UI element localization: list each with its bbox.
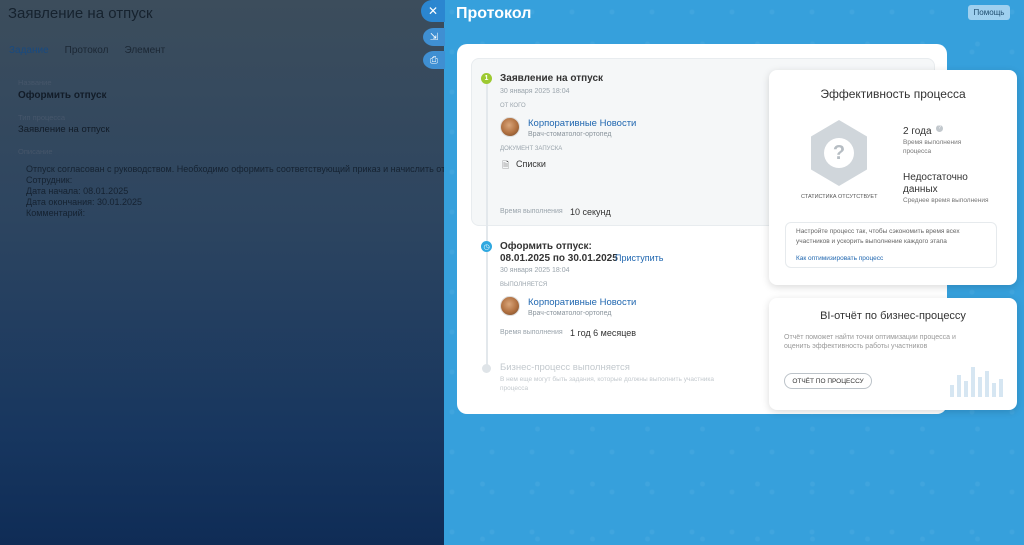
duration-label-1: Время выполнения: [903, 139, 962, 146]
step-1-exec-label: Время выполнения: [500, 208, 563, 215]
step-2-exec-value: 1 год 6 месяцев: [570, 328, 637, 338]
step-3-note-1: В нем еще могут быть задания, которые до…: [500, 376, 715, 383]
tip-line-1: Настройте процесс так, чтобы сэкономить …: [796, 228, 960, 235]
timeline-line: [486, 79, 488, 369]
step-1-title: Заявление на отпуск: [500, 73, 604, 84]
bi-report-title: BI-отчёт по бизнес-процессу: [820, 310, 966, 322]
from-caption: ОТ КОГО: [500, 103, 526, 109]
avg-value-2: данных: [903, 184, 938, 195]
document-link[interactable]: Списки: [516, 159, 546, 169]
avatar: [500, 117, 520, 137]
efficiency-title: Эффективность процесса: [820, 87, 966, 101]
avatar: [500, 296, 520, 316]
task-title: Заявление на отпуск: [8, 5, 153, 22]
expand-icon[interactable]: ⇲: [423, 28, 445, 46]
doc-caption: ДОКУМЕНТ ЗАПУСКА: [500, 146, 563, 152]
protocol-title: Протокол: [456, 5, 532, 22]
step-1-user-link[interactable]: Корпоративные Новости: [528, 118, 636, 129]
tab-element[interactable]: Элемент: [124, 45, 165, 56]
type-value: Заявление на отпуск: [18, 124, 110, 135]
process-report-button[interactable]: ОТЧЁТ ПО ПРОЦЕССУ: [784, 373, 872, 389]
step-2-date: 30 января 2025 18:04: [500, 267, 570, 274]
description-line: Сотрудник:: [26, 175, 73, 185]
bi-chart-illustration-icon: [950, 355, 1005, 397]
tab-task[interactable]: Задание: [9, 45, 49, 56]
duration-label-2: процесса: [903, 148, 932, 155]
step-1-user-role: Врач-стоматолог-ортопед: [528, 131, 612, 138]
description-line: Отпуск согласован с руководством. Необхо…: [26, 164, 463, 174]
no-stats-label: СТАТИСТИКА ОТСУТСТВУЕТ: [801, 194, 878, 200]
task-panel: Заявление на отпуск Задание Протокол Эле…: [0, 0, 463, 545]
step-2-exec-label: Время выполнения: [500, 329, 563, 336]
description-line: Комментарий:: [26, 208, 86, 218]
info-icon[interactable]: ?: [936, 125, 943, 132]
avg-label: Среднее время выполнения: [903, 197, 989, 204]
print-icon[interactable]: ⎙: [423, 51, 445, 69]
description-line: Дата окончания: 30.01.2025: [26, 197, 143, 207]
step-2-user-link[interactable]: Корпоративные Новости: [528, 297, 636, 308]
step-2-title-1: Оформить отпуск:: [500, 241, 592, 252]
step-3-title: Бизнес-процесс выполняется: [500, 362, 630, 373]
bi-text-1: Отчёт поможет найти точки оптимизации пр…: [784, 334, 956, 341]
step-2-user-role: Врач-стоматолог-ортопед: [528, 310, 612, 317]
question-icon: ?: [824, 138, 854, 168]
type-label: Тип процесса: [18, 113, 66, 122]
start-task-link[interactable]: Приступить: [615, 253, 663, 263]
description-line: Дата начала: 08.01.2025: [26, 186, 129, 196]
name-label: Название: [18, 78, 52, 87]
bi-text-2: оценить эффективность работы участников: [784, 343, 928, 350]
step-1-exec-value: 10 секунд: [570, 207, 611, 217]
description-label: Описание: [18, 147, 53, 156]
description-text: Отпуск согласован с руководством. Необхо…: [26, 164, 463, 219]
step-number-badge: 1: [481, 73, 492, 84]
document-icon: 🗎: [502, 160, 510, 170]
clock-icon: ◷: [481, 241, 492, 252]
performer-caption: ВЫПОЛНЯЕТСЯ: [500, 282, 548, 288]
help-button[interactable]: Помощь: [968, 5, 1010, 20]
step-1-date: 30 января 2025 18:04: [500, 88, 570, 95]
avg-value-1: Недостаточно: [903, 172, 968, 183]
tip-line-2: участников и ускорить выполнение каждого…: [796, 238, 947, 245]
optimize-process-link[interactable]: Как оптимизировать процесс: [796, 255, 883, 262]
tab-protocol[interactable]: Протокол: [65, 45, 109, 56]
task-tabs: Задание Протокол Элемент: [9, 45, 165, 56]
step-3-note-2: процесса: [500, 385, 529, 392]
step-2-title-2: 08.01.2025 по 30.01.2025: [500, 253, 618, 264]
name-value: Оформить отпуск: [18, 90, 107, 101]
pending-step-dot: [482, 364, 491, 373]
duration-value: 2 года: [903, 126, 932, 137]
close-icon[interactable]: ✕: [421, 0, 445, 22]
